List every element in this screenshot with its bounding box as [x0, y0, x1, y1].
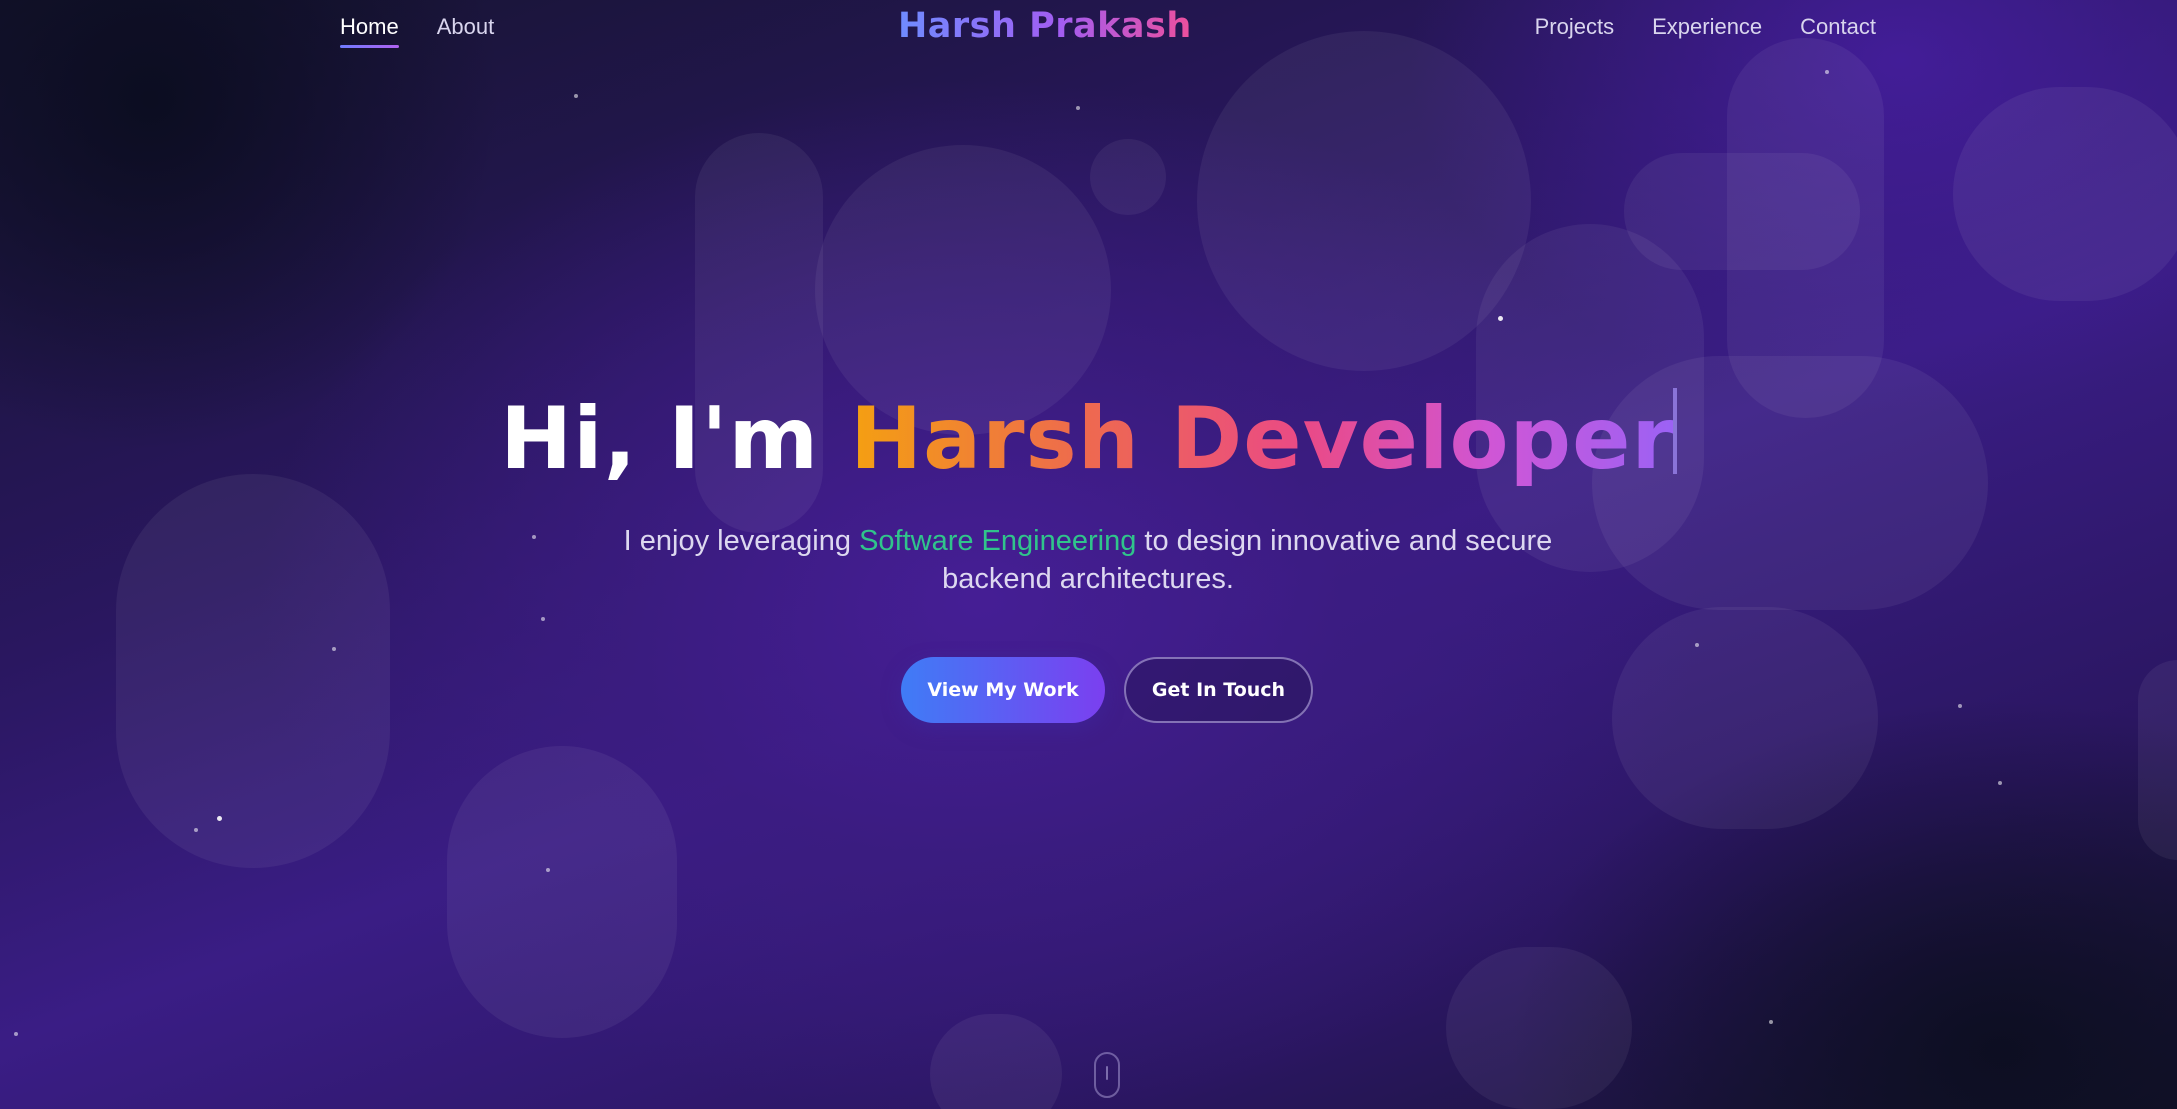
- star-dot: [14, 1032, 18, 1036]
- star-dot: [332, 647, 336, 651]
- nav-link-experience[interactable]: Experience: [1652, 14, 1762, 48]
- star-dot: [1998, 781, 2002, 785]
- bg-blob: [116, 474, 390, 868]
- star-dot: [1498, 316, 1503, 321]
- view-my-work-button[interactable]: View My Work: [901, 657, 1105, 723]
- get-in-touch-button[interactable]: Get In Touch: [1124, 657, 1313, 723]
- star-dot: [1076, 106, 1080, 110]
- star-dot: [1825, 70, 1829, 74]
- bg-blob: [2138, 660, 2177, 860]
- star-dot: [194, 828, 198, 832]
- nav-link-about[interactable]: About: [437, 14, 495, 48]
- star-dot: [1958, 704, 1962, 708]
- bg-blob: [930, 1014, 1062, 1109]
- hero-page: Home About Harsh Prakash Projects Experi…: [0, 0, 2177, 1109]
- bg-blob: [1090, 139, 1166, 215]
- nav-link-projects[interactable]: Projects: [1535, 14, 1614, 48]
- star-dot: [1695, 643, 1699, 647]
- nav-link-contact[interactable]: Contact: [1800, 14, 1876, 48]
- nav-link-home[interactable]: Home: [340, 14, 399, 48]
- subtitle-before: I enjoy leveraging: [623, 525, 851, 557]
- nav-left: Home About: [340, 14, 494, 48]
- star-dot: [217, 816, 222, 821]
- mouse-scroll-icon[interactable]: [1094, 1052, 1120, 1098]
- hero-greeting: Hi, I'm: [500, 389, 820, 489]
- scroll-wheel: [1106, 1066, 1108, 1080]
- star-dot: [574, 94, 578, 98]
- hero-typed-text: Harsh Developer: [850, 389, 1675, 489]
- star-dot: [1769, 1020, 1773, 1024]
- bg-blob: [1446, 947, 1632, 1109]
- typing-cursor: [1672, 388, 1677, 474]
- bg-blob: [447, 746, 677, 1038]
- hero-title: Hi, I'm Harsh Developer: [0, 388, 2177, 489]
- subtitle-highlight: Software Engineering: [859, 525, 1137, 557]
- nav-right: Projects Experience Contact: [1535, 14, 1876, 48]
- star-dot: [541, 617, 545, 621]
- bg-blob: [1953, 87, 2177, 301]
- bg-blob: [1612, 607, 1878, 829]
- star-dot: [532, 535, 536, 539]
- star-dot: [546, 868, 550, 872]
- site-logo[interactable]: Harsh Prakash: [898, 6, 1192, 46]
- hero-subtitle: I enjoy leveraging Software Engineering …: [588, 522, 1588, 598]
